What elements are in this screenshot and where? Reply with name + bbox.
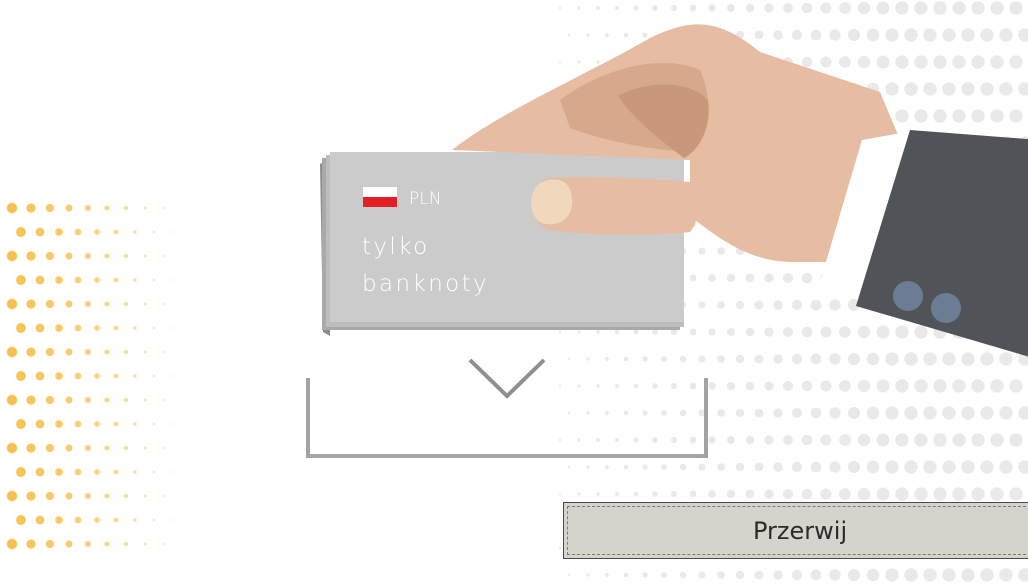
cash-slot-tray xyxy=(306,378,708,458)
cancel-button-label: Przerwij xyxy=(753,516,848,545)
banknote-text-line1: tylko xyxy=(362,234,430,260)
decorative-yellow-dots xyxy=(6,202,174,550)
cufflink-button xyxy=(931,293,961,323)
currency-label: PLN xyxy=(409,189,441,209)
cancel-button[interactable]: Przerwij xyxy=(563,502,1028,559)
poland-flag-icon xyxy=(363,187,397,207)
chevron-down-icon xyxy=(468,358,546,399)
cancel-button-frame: Przerwij xyxy=(567,506,1028,555)
deposit-illustration: PLN tylko banknoty xyxy=(6,1,1028,582)
banknote-text-line2: banknoty xyxy=(362,271,489,297)
cufflink-button xyxy=(893,281,923,311)
cash-deposit-screen: PLN tylko banknoty Przerwij xyxy=(0,0,1028,586)
